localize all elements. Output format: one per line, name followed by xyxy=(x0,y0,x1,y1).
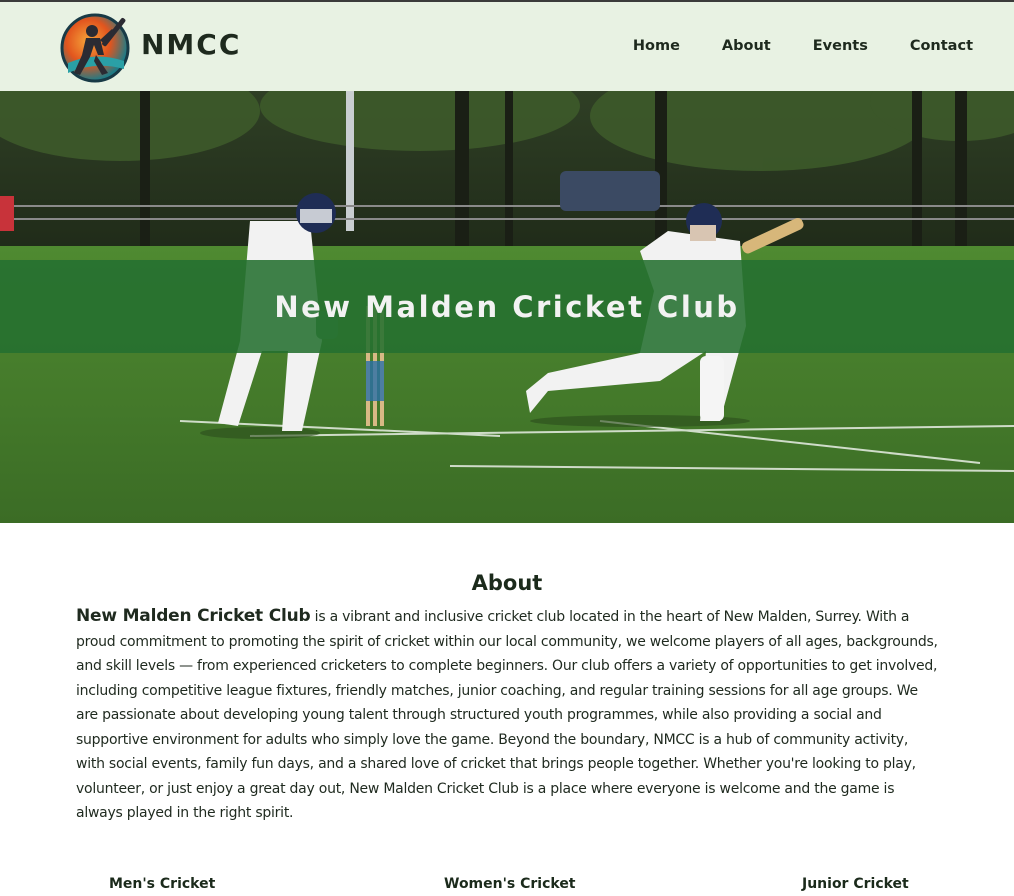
junior-cricket-heading[interactable]: Junior Cricket xyxy=(802,876,909,892)
about-paragraph: New Malden Cricket Club is a vibrant and… xyxy=(76,604,938,826)
cricket-batsman-logo-icon xyxy=(60,13,130,83)
nav-about-link[interactable]: About xyxy=(722,38,771,54)
programs-row: Men's Cricket Women's Cricket Junior Cri… xyxy=(0,876,1014,896)
site-logo[interactable] xyxy=(58,11,132,85)
nav-contact-link[interactable]: Contact xyxy=(910,38,973,54)
hero-section: New Malden Cricket Club xyxy=(0,91,1014,523)
mens-cricket-heading[interactable]: Men's Cricket xyxy=(109,876,215,892)
about-section: About New Malden Cricket Club is a vibra… xyxy=(0,523,1014,826)
main-nav: Home About Events Contact xyxy=(633,38,973,54)
hero-banner: New Malden Cricket Club xyxy=(0,260,1014,353)
about-heading: About xyxy=(471,571,543,595)
womens-cricket-heading[interactable]: Women's Cricket xyxy=(444,876,576,892)
nav-events-link[interactable]: Events xyxy=(813,38,868,54)
nav-home-link[interactable]: Home xyxy=(633,38,680,54)
hero-title: New Malden Cricket Club xyxy=(274,289,740,324)
about-body: is a vibrant and inclusive cricket club … xyxy=(76,609,938,821)
site-brand-name[interactable]: NMCC xyxy=(141,28,241,61)
about-lead: New Malden Cricket Club xyxy=(76,606,311,626)
site-header: NMCC Home About Events Contact xyxy=(0,2,1014,91)
